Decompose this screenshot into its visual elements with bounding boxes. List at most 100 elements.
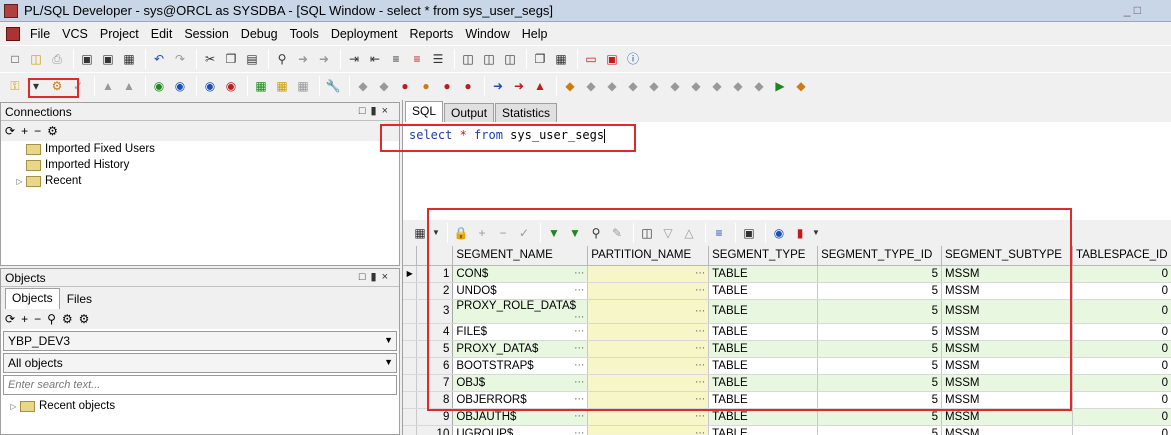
row-number[interactable]: 1 — [416, 265, 454, 283]
cell-segment-type-id[interactable]: 5 — [817, 357, 942, 375]
cell-segment-type-id[interactable]: 5 — [817, 391, 942, 409]
object-icon-3[interactable]: ◆ — [603, 77, 621, 95]
add-icon[interactable]: + — [21, 124, 28, 138]
cell-tablespace-id[interactable]: 0 — [1072, 340, 1171, 358]
cell-segment-name[interactable]: FILE$ ⋯ — [452, 323, 589, 341]
indent-icon[interactable]: ⇥ — [345, 50, 363, 68]
logon-dropdown-icon[interactable]: ▾ — [27, 77, 45, 95]
cell-tablespace-id[interactable]: 0 — [1072, 282, 1171, 300]
cell-tablespace-id[interactable]: 0 — [1072, 323, 1171, 341]
breakpoint-icon-1[interactable]: ◆ — [354, 77, 372, 95]
execute-gear-icon[interactable]: ⚙ — [48, 77, 66, 95]
cell-tablespace-id[interactable]: 0 — [1072, 374, 1171, 392]
expand-arrow-icon[interactable]: ▷ — [15, 177, 24, 186]
object-icon-5[interactable]: ◆ — [645, 77, 663, 95]
cell-tablespace-id[interactable]: 0 — [1072, 408, 1171, 426]
post-changes-icon[interactable]: ✓ — [515, 224, 533, 242]
row-number[interactable]: 2 — [416, 282, 454, 300]
cut-icon[interactable]: ✂ — [201, 50, 219, 68]
pdf-icon[interactable]: ▣ — [603, 50, 621, 68]
row-number[interactable]: 8 — [416, 391, 454, 409]
user-select[interactable]: YBP_DEV3 ▼ — [3, 331, 397, 351]
cell-ellipsis-button[interactable]: ⋯ — [574, 360, 584, 371]
expand-arrow-icon[interactable]: ▷ — [9, 402, 18, 411]
wrench-icon[interactable]: 🔧 — [324, 77, 342, 95]
cell-segment-type[interactable]: TABLE — [708, 408, 819, 426]
cell-partition-name[interactable]: ⋯ — [587, 374, 710, 392]
query-by-example-icon[interactable]: ◫ — [638, 224, 656, 242]
tab-files[interactable]: Files — [61, 290, 98, 309]
clear-icon[interactable]: ✎ — [608, 224, 626, 242]
cell-ellipsis-button[interactable]: ⋯ — [695, 326, 705, 337]
cell-partition-name[interactable]: ⋯ — [587, 323, 710, 341]
menu-project[interactable]: Project — [94, 27, 145, 41]
cell-segment-type[interactable]: TABLE — [708, 425, 819, 435]
tools-icon-3[interactable]: ◫ — [501, 50, 519, 68]
database-icon-2[interactable]: ◉ — [222, 77, 240, 95]
filter-icon[interactable]: ⚙ — [62, 312, 73, 326]
cell-partition-name[interactable]: ⋯ — [587, 299, 710, 324]
find-icon[interactable]: ⚲ — [273, 50, 291, 68]
cell-segment-type[interactable]: TABLE — [708, 323, 819, 341]
table-row[interactable]: 8 OBJERROR$ ⋯ ⋯ TABLE 5 MSSM 0 — [403, 391, 1171, 409]
cell-segment-type-id[interactable]: 5 — [817, 299, 942, 324]
cell-segment-type-id[interactable]: 5 — [817, 265, 942, 283]
run-to-icon[interactable]: ▲ — [531, 77, 549, 95]
cell-partition-name[interactable]: ⋯ — [587, 340, 710, 358]
format-icon[interactable]: ☰ — [429, 50, 447, 68]
cell-segment-subtype[interactable]: MSSM — [941, 323, 1073, 341]
cell-tablespace-id[interactable]: 0 — [1072, 391, 1171, 409]
close-window-icon[interactable]: ▦ — [120, 50, 138, 68]
cell-ellipsis-button[interactable]: ⋯ — [695, 343, 705, 354]
cell-segment-type[interactable]: TABLE — [708, 282, 819, 300]
cell-tablespace-id[interactable]: 0 — [1072, 299, 1171, 324]
delete-record-icon[interactable]: − — [494, 224, 512, 242]
object-icon-7[interactable]: ◆ — [687, 77, 705, 95]
save-icon[interactable]: ▣ — [78, 50, 96, 68]
chart-dropdown-icon[interactable]: ▼ — [812, 224, 820, 242]
connection-tool-icon[interactable]: ⚙ — [47, 124, 58, 138]
open-icon[interactable]: ◫ — [27, 50, 45, 68]
undo-icon[interactable]: ↶ — [150, 50, 168, 68]
find-icon[interactable]: ⚲ — [47, 312, 56, 326]
table-row[interactable]: 4 FILE$ ⋯ ⋯ TABLE 5 MSSM 0 — [403, 323, 1171, 341]
cell-ellipsis-button[interactable]: ⋯ — [695, 306, 705, 317]
cell-ellipsis-button[interactable]: ⋯ — [695, 428, 705, 435]
remove-icon[interactable]: − — [34, 124, 41, 138]
tab-sql[interactable]: SQL — [405, 101, 444, 122]
cell-ellipsis-button[interactable]: ⋯ — [574, 377, 584, 388]
cell-ellipsis-button[interactable]: ⋯ — [695, 411, 705, 422]
binoculars-icon[interactable]: ⚲ — [587, 224, 605, 242]
cell-partition-name[interactable]: ⋯ — [587, 265, 710, 283]
column-header[interactable]: PARTITION_NAME — [587, 246, 710, 266]
table-row[interactable]: 3 PROXY_ROLE_DATA$ ⋯ ⋯ TABLE 5 MSSM 0 — [403, 299, 1171, 324]
search-input[interactable]: Enter search text... — [3, 375, 397, 395]
object-icon-4[interactable]: ◆ — [624, 77, 642, 95]
cell-segment-subtype[interactable]: MSSM — [941, 282, 1073, 300]
column-header[interactable]: SEGMENT_TYPE_ID — [817, 246, 942, 266]
object-icon-8[interactable]: ◆ — [708, 77, 726, 95]
redo-icon[interactable]: ↷ — [171, 50, 189, 68]
menu-debug[interactable]: Debug — [235, 27, 284, 41]
table-row[interactable]: 5 PROXY_DATA$ ⋯ ⋯ TABLE 5 MSSM 0 — [403, 340, 1171, 358]
comment-icon[interactable]: ≡ — [387, 50, 405, 68]
panel-window-buttons[interactable]: □▮× — [359, 104, 393, 117]
cell-ellipsis-button[interactable]: ⋯ — [574, 394, 584, 405]
remove-icon[interactable]: − — [34, 312, 41, 326]
cell-segment-type-id[interactable]: 5 — [817, 425, 942, 435]
save-all-icon[interactable]: ▣ — [99, 50, 117, 68]
column-header[interactable]: SEGMENT_TYPE — [708, 246, 819, 266]
uncomment-icon[interactable]: ≡ — [408, 50, 426, 68]
column-header[interactable]: SEGMENT_SUBTYPE — [941, 246, 1073, 266]
cell-segment-name[interactable]: CON$ ⋯ — [452, 265, 589, 283]
grid-select-icon[interactable]: ▦ — [411, 224, 429, 242]
cell-segment-subtype[interactable]: MSSM — [941, 340, 1073, 358]
cell-segment-type[interactable]: TABLE — [708, 391, 819, 409]
cell-ellipsis-button[interactable]: ⋯ — [574, 428, 584, 435]
window-controls[interactable]: _ □ — [1124, 3, 1141, 17]
cell-segment-name[interactable]: OBJERROR$ ⋯ — [452, 391, 589, 409]
chevron-down-icon[interactable]: ▼ — [384, 335, 393, 345]
tab-statistics[interactable]: Statistics — [495, 103, 558, 122]
cell-partition-name[interactable]: ⋯ — [587, 357, 710, 375]
row-number[interactable]: 10 — [416, 425, 454, 435]
